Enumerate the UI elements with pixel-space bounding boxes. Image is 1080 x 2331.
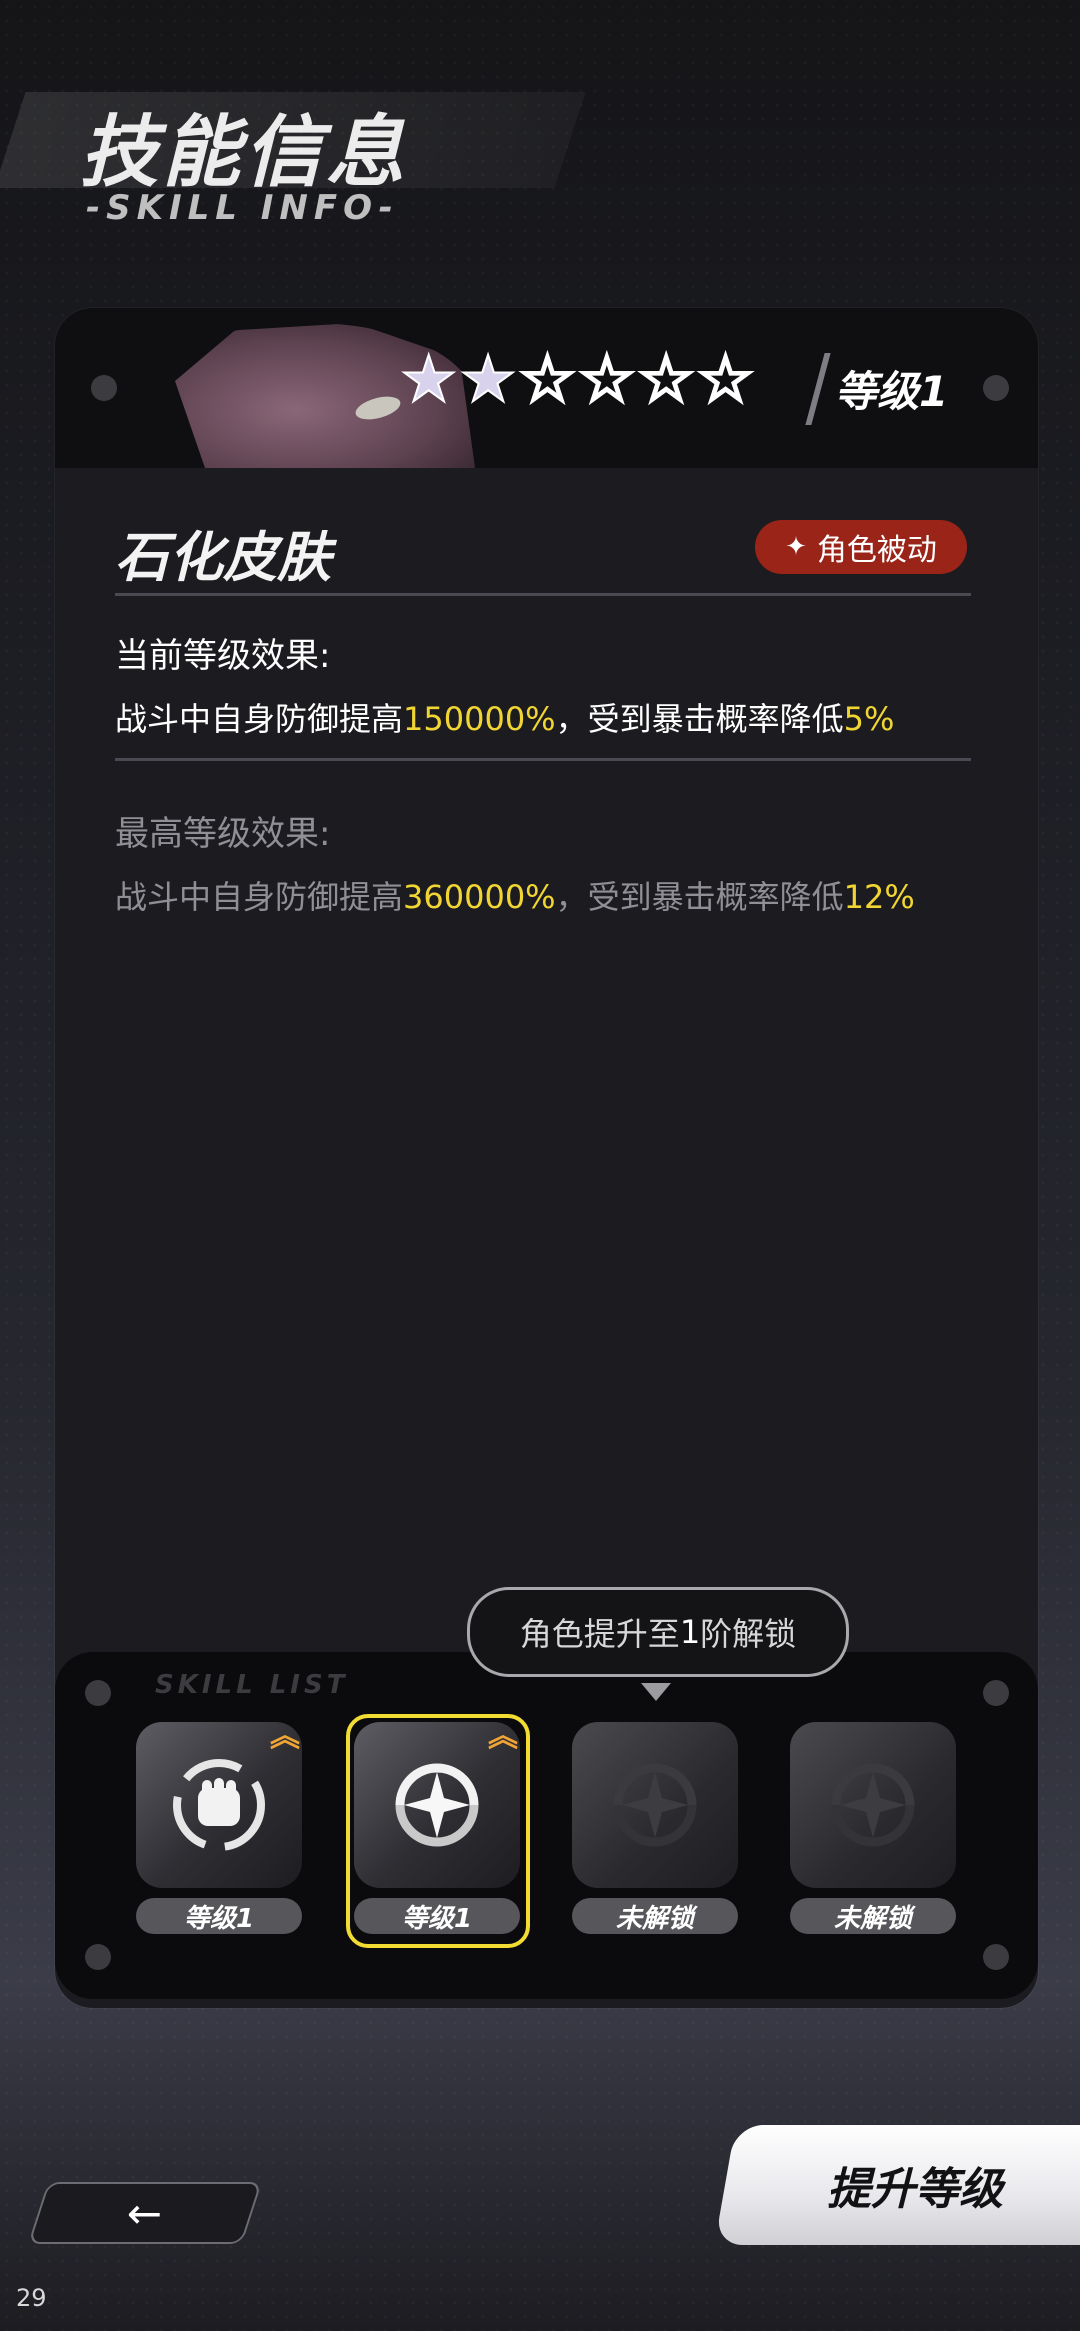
page-number: 29 [16,2284,47,2312]
skill-slot-label: 等级1 [354,1898,520,1934]
star-rating: ★ ★ ☆ ☆ ☆ ☆ [399,343,756,417]
skill-slot-tile[interactable] [790,1722,956,1888]
card-top-bar: ★ ★ ☆ ☆ ☆ ☆ 等级1 [55,308,1038,468]
divider [115,758,971,761]
skill-level-label: 等级1 [835,367,949,416]
current-effect-prefix: 战斗中自身防御提高 [115,700,404,738]
skill-slot-label: 等级1 [136,1898,302,1934]
page-subtitle: -SKILL INFO- [86,188,399,228]
star-empty-icon: ☆ [517,343,577,417]
max-effect-mid: ，受到暴击概率降低 [555,878,844,916]
current-crit-value: 5% [843,700,895,738]
skill-slot-4[interactable]: 未解锁 [790,1722,960,1934]
shuriken-icon: ✦ [785,532,807,562]
passive-badge: ✦ 角色被动 [755,520,967,574]
star-filled-icon: ★ [399,343,458,417]
page-title: 技能信息 [80,108,409,198]
skill-slot-1[interactable]: ︽ 等级1 [136,1719,306,1934]
panel-rivet [85,1944,111,1970]
slots-panel-tag: SKILL LIST [155,1670,349,1700]
max-defense-value: 360000% [403,878,556,916]
passive-badge-label: 角色被动 [816,533,937,568]
skill-slot-3[interactable]: 未解锁 [572,1722,742,1934]
unlock-tooltip: 角色提升至 1 阶解锁 [467,1587,849,1677]
current-defense-value: 150000% [403,700,556,738]
max-effect-title: 最高等级效果: [115,814,331,854]
shuriken-icon [395,1763,479,1847]
skill-slot-2[interactable]: ︽ 等级1 [346,1714,530,1948]
max-effect-prefix: 战斗中自身防御提高 [115,878,404,916]
divider [115,593,971,596]
panel-rivet [983,1680,1009,1706]
shuriken-icon [831,1763,915,1847]
back-button[interactable]: ← [27,2182,263,2244]
current-effect-mid: ，受到暴击概率降低 [555,700,844,738]
current-effect-text: 战斗中自身防御提高150000%，受到暴击概率降低5% [115,694,894,740]
skill-name: 石化皮肤 [115,526,331,589]
skill-slot-label: 未解锁 [790,1898,956,1934]
star-empty-icon: ☆ [636,343,696,417]
star-empty-icon: ☆ [577,343,637,417]
skill-slots-panel: SKILL LIST ︽ 等级1 ︽ 等级1 未解锁 未解锁 [55,1652,1038,1999]
star-filled-icon: ★ [458,343,517,417]
max-crit-value: 12% [843,878,915,916]
panel-rivet [983,1944,1009,1970]
panel-rivet [91,375,117,401]
star-empty-icon: ☆ [695,343,755,417]
fist-icon [173,1759,265,1851]
double-chevron-up-icon: ︽ [270,1719,300,1754]
tooltip-pointer [641,1683,671,1701]
page-header: 技能信息 -SKILL INFO- [0,80,600,240]
level-separator [805,353,831,425]
shuriken-icon [613,1763,697,1847]
skill-slot-label: 未解锁 [572,1898,738,1934]
upgrade-level-label: 提升等级 [827,2164,1003,2215]
current-effect-title: 当前等级效果: [115,636,331,676]
panel-rivet [983,375,1009,401]
tooltip-prefix: 角色提升至 [519,1615,680,1653]
panel-rivet [85,1680,111,1706]
back-arrow-icon: ← [127,2188,163,2238]
skill-slot-tile[interactable] [572,1722,738,1888]
tooltip-number: 1 [679,1613,701,1651]
max-effect-text: 战斗中自身防御提高360000%，受到暴击概率降低12% [115,872,915,918]
tooltip-suffix: 阶解锁 [700,1615,797,1653]
upgrade-level-button[interactable]: 提升等级 [714,2125,1080,2245]
double-chevron-up-icon: ︽ [488,1719,518,1754]
